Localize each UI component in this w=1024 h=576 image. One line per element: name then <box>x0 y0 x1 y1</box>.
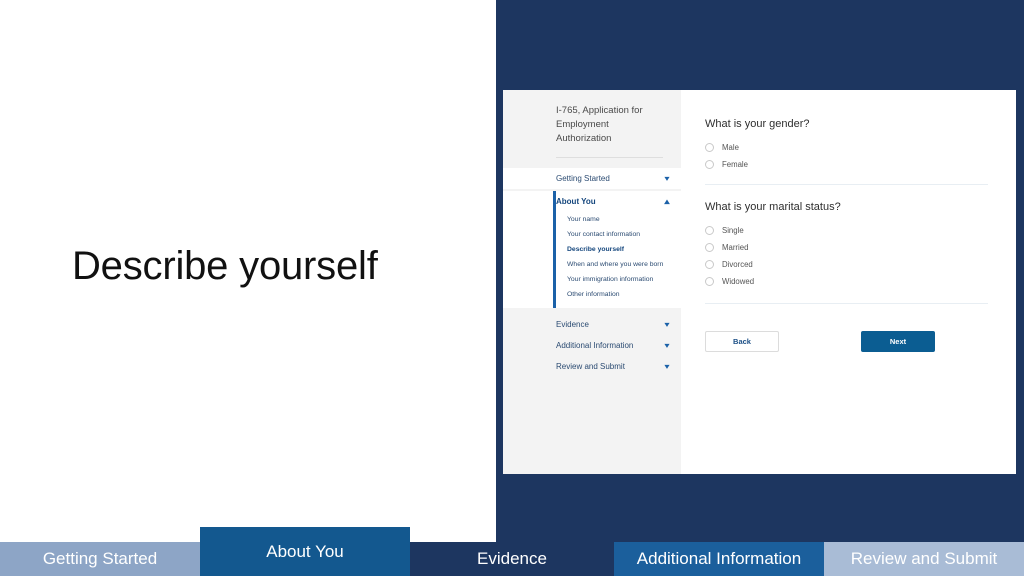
sidebar-item-when-and-where-you-were-born[interactable]: When and where you were born <box>503 257 681 272</box>
next-button[interactable]: Next <box>861 331 935 352</box>
sidebar-item-other-information[interactable]: Other information <box>503 287 681 302</box>
marital-option-divorced[interactable]: Divorced <box>705 260 988 269</box>
radio-icon[interactable] <box>705 226 714 235</box>
sidebar-section-additional-information[interactable]: Additional Information ▾ <box>503 335 681 357</box>
app-main-content: What is your gender? Male Female What is… <box>681 90 1016 474</box>
tab-getting-started[interactable]: Getting Started <box>0 542 200 576</box>
sidebar-section-label: Evidence <box>556 320 589 330</box>
sidebar-item-your-immigration-information[interactable]: Your immigration information <box>503 272 681 287</box>
chevron-down-icon: ▾ <box>664 319 670 329</box>
chevron-down-icon: ▾ <box>664 173 670 183</box>
application-screenshot-card: I-765, Application for Employment Author… <box>503 90 1016 474</box>
sidebar-section-evidence[interactable]: Evidence ▾ <box>503 314 681 336</box>
tab-review-and-submit[interactable]: Review and Submit <box>824 542 1024 576</box>
chevron-up-icon: ▴ <box>664 196 670 206</box>
gender-option-male[interactable]: Male <box>705 143 988 152</box>
option-label: Single <box>722 226 744 235</box>
title-divider <box>556 157 663 159</box>
radio-icon[interactable] <box>705 277 714 286</box>
sidebar-section-label: Additional Information <box>556 341 634 351</box>
chevron-down-icon: ▾ <box>664 361 670 371</box>
sidebar-section-getting-started[interactable]: Getting Started ▾ <box>503 168 681 190</box>
option-label: Female <box>722 160 748 169</box>
radio-icon[interactable] <box>705 260 714 269</box>
tab-evidence[interactable]: Evidence <box>410 542 614 576</box>
radio-icon[interactable] <box>705 160 714 169</box>
radio-icon[interactable] <box>705 143 714 152</box>
gender-question-label: What is your gender? <box>705 118 810 130</box>
marital-option-single[interactable]: Single <box>705 226 988 235</box>
sidebar-item-your-name[interactable]: Your name <box>503 212 681 227</box>
option-label: Male <box>722 143 739 152</box>
marital-status-question-label: What is your marital status? <box>705 201 841 213</box>
slide-canvas: Describe yourself I-765, Application for… <box>0 0 1024 576</box>
app-sidebar: I-765, Application for Employment Author… <box>503 90 681 474</box>
sidebar-item-describe-yourself[interactable]: Describe yourself <box>503 242 681 257</box>
sidebar-section-label: Review and Submit <box>556 362 625 372</box>
section-divider <box>705 184 988 185</box>
sidebar-section-label: Getting Started <box>556 174 610 184</box>
marital-option-married[interactable]: Married <box>705 243 988 252</box>
sidebar-section-label: About You <box>556 197 596 207</box>
sidebar-group-about-you: About You ▴ Your name Your contact infor… <box>503 191 681 309</box>
tab-additional-information[interactable]: Additional Information <box>614 542 824 576</box>
form-button-row: Back Next <box>705 331 988 352</box>
option-label: Divorced <box>722 260 753 269</box>
chevron-down-icon: ▾ <box>664 340 670 350</box>
footer-divider <box>705 303 988 304</box>
tab-about-you[interactable]: About You <box>200 527 410 576</box>
form-title: I-765, Application for Employment Author… <box>556 105 643 144</box>
gender-option-female[interactable]: Female <box>705 160 988 169</box>
sidebar-bottom-sections: Evidence ▾ Additional Information ▾ Revi… <box>503 314 681 378</box>
page-title: Describe yourself <box>72 244 378 288</box>
option-label: Married <box>722 243 749 252</box>
sidebar-section-about-you[interactable]: About You ▴ <box>503 191 681 213</box>
sidebar-item-your-contact-information[interactable]: Your contact information <box>503 227 681 242</box>
marital-option-widowed[interactable]: Widowed <box>705 277 988 286</box>
sidebar-section-review-and-submit[interactable]: Review and Submit ▾ <box>503 356 681 378</box>
back-button[interactable]: Back <box>705 331 779 352</box>
radio-icon[interactable] <box>705 243 714 252</box>
option-label: Widowed <box>722 277 755 286</box>
